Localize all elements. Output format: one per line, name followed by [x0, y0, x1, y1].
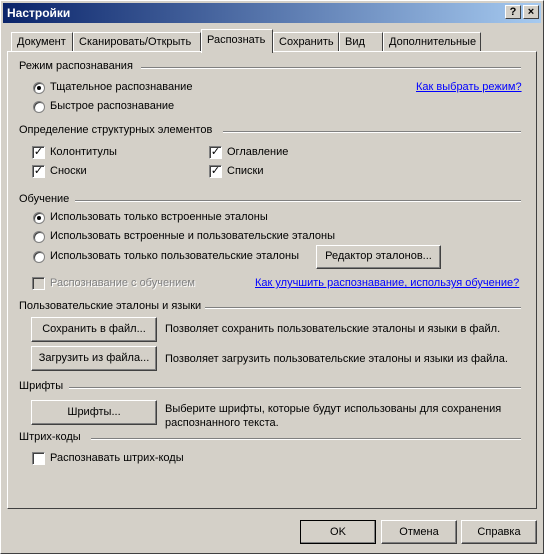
separator [223, 131, 521, 133]
separator [91, 438, 521, 440]
radio-fast[interactable] [33, 101, 45, 113]
settings-dialog: Настройки ? × Документ Сканировать/Откры… [0, 0, 544, 554]
cancel-button[interactable]: Отмена [381, 520, 457, 544]
checkbox-recognition-with-training [32, 277, 45, 290]
radio-builtin-only[interactable] [33, 212, 45, 224]
separator [197, 307, 521, 309]
checkbox-lists[interactable]: ✓ [209, 165, 222, 178]
radio-thorough[interactable] [33, 82, 45, 94]
close-title-button[interactable]: × [523, 5, 539, 19]
tab-document[interactable]: Документ [11, 32, 73, 52]
checkbox-toc[interactable]: ✓ [209, 146, 222, 159]
radio-thorough-label[interactable]: Тщательное распознавание [50, 81, 192, 93]
fonts-description-line2: распознанного текста. [165, 417, 279, 429]
checkbox-footnotes[interactable]: ✓ [32, 165, 45, 178]
group-title-mode: Режим распознавания [19, 60, 137, 72]
checkbox-barcodes[interactable] [32, 452, 45, 465]
group-title-barcodes: Штрих-коды [19, 431, 85, 443]
radio-user-only-label[interactable]: Использовать только пользовательские эта… [50, 250, 299, 262]
group-title-fonts: Шрифты [19, 380, 68, 392]
tab-save[interactable]: Сохранить [273, 32, 339, 52]
group-title-user-patterns: Пользовательские эталоны и языки [19, 300, 206, 312]
radio-fast-label[interactable]: Быстрое распознавание [50, 100, 174, 112]
separator [75, 200, 521, 202]
group-title-structure: Определение структурных элементов [19, 124, 217, 136]
tab-recognize[interactable]: Распознать [201, 29, 273, 53]
save-to-file-description: Позволяет сохранить пользовательские эта… [165, 323, 501, 335]
checkbox-toc-label[interactable]: Оглавление [227, 146, 288, 158]
link-improve-recognition[interactable]: Как улучшить распознавание, используя об… [255, 277, 519, 289]
separator [69, 387, 521, 389]
window-title: Настройки [7, 6, 71, 20]
checkbox-recognition-with-training-label: Распознавание с обучением [50, 277, 195, 289]
load-from-file-description: Позволяет загрузить пользовательские эта… [165, 353, 508, 365]
tab-advanced[interactable]: Дополнительные [383, 32, 481, 52]
fonts-button[interactable]: Шрифты... [31, 400, 157, 425]
link-choose-mode[interactable]: Как выбрать режим? [416, 81, 522, 93]
title-bar[interactable]: Настройки ? × [3, 3, 541, 23]
tab-scan-open[interactable]: Сканировать/Открыть [73, 32, 201, 52]
checkbox-footnotes-label[interactable]: Сноски [50, 165, 87, 177]
radio-builtin-and-user-label[interactable]: Использовать встроенные и пользовательск… [50, 230, 335, 242]
checkbox-headers[interactable]: ✓ [32, 146, 45, 159]
group-title-training: Обучение [19, 193, 74, 205]
radio-user-only[interactable] [33, 251, 45, 263]
separator [141, 67, 521, 69]
save-to-file-button[interactable]: Сохранить в файл... [31, 317, 157, 342]
pattern-editor-button[interactable]: Редактор эталонов... [316, 245, 441, 269]
radio-builtin-and-user[interactable] [33, 231, 45, 243]
checkbox-headers-label[interactable]: Колонтитулы [50, 146, 117, 158]
help-button[interactable]: Справка [461, 520, 537, 544]
tab-view[interactable]: Вид [339, 32, 383, 52]
help-title-button[interactable]: ? [505, 5, 521, 19]
checkbox-barcodes-label[interactable]: Распознавать штрих-коды [50, 452, 184, 464]
ok-button[interactable]: OK [300, 520, 376, 544]
checkbox-lists-label[interactable]: Списки [227, 165, 264, 177]
load-from-file-button[interactable]: Загрузить из файла... [31, 346, 157, 371]
fonts-description-line1: Выберите шрифты, которые будут использов… [165, 403, 502, 415]
radio-builtin-only-label[interactable]: Использовать только встроенные эталоны [50, 211, 268, 223]
